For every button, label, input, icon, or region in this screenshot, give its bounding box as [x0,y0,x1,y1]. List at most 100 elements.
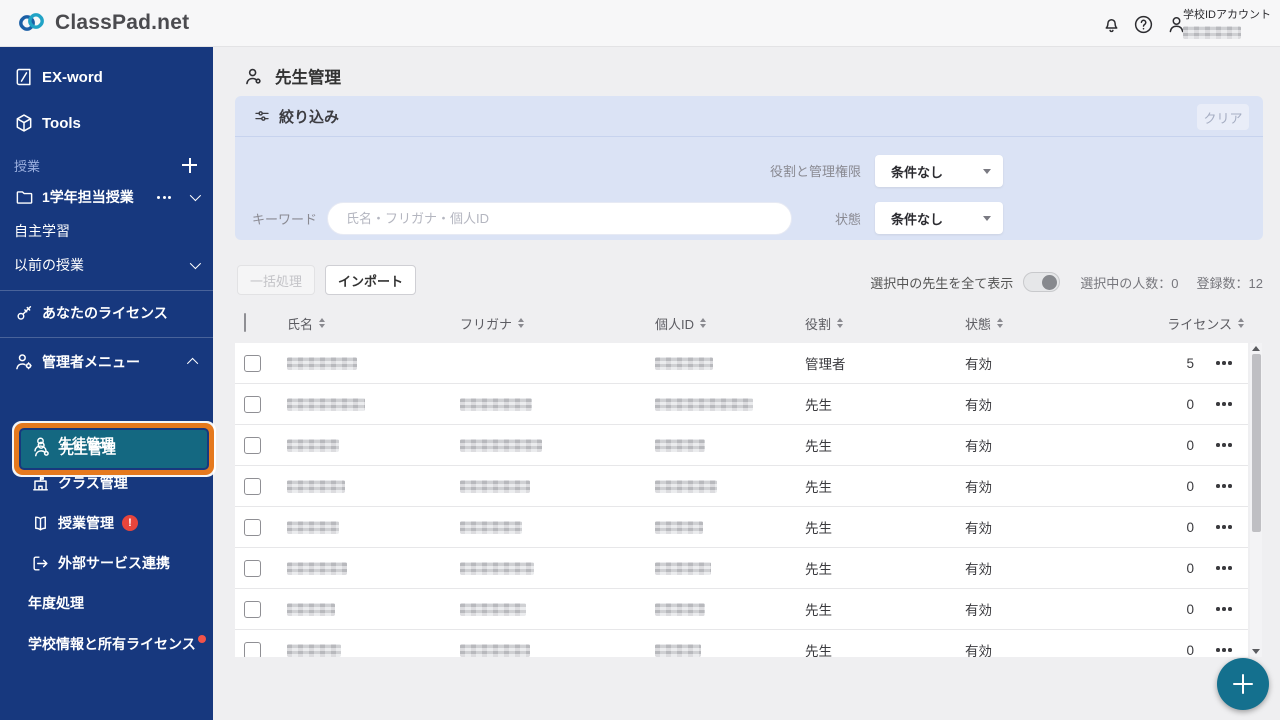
column-header-status[interactable]: 状態 [965,314,1125,333]
role-filter-label: 役割と管理権限 [770,161,861,180]
column-header-id[interactable]: 個人ID [655,314,805,333]
row-menu-button[interactable] [1200,519,1248,535]
sidebar-item-label: EX-word [42,69,103,86]
scroll-up-arrow-icon[interactable] [1252,346,1260,351]
keyword-filter-label: キーワード [252,209,317,228]
sidebar-item-lesson-folder[interactable]: 1学年担当授業 [0,182,213,212]
selected-count: 選択中の人数：0 [1080,273,1178,292]
row-checkbox[interactable] [244,642,261,658]
row-menu-button[interactable] [1200,437,1248,453]
row-menu-button[interactable] [1200,560,1248,576]
open-book-icon [30,513,50,533]
bulk-action-button[interactable]: 一括処理 [237,265,315,295]
scrollbar-thumb[interactable] [1252,354,1261,532]
role-filter-dropdown[interactable]: 条件なし [875,155,1003,187]
chevron-up-icon[interactable] [187,358,198,369]
status-cell: 有効 [965,517,1125,537]
redacted-name-cell [287,439,460,452]
row-checkbox[interactable] [244,355,261,372]
column-header-license[interactable]: ライセンス [1125,314,1248,333]
table-row: 先生有効0 [235,466,1248,507]
redacted-kana [460,521,522,534]
row-checkbox[interactable] [244,437,261,454]
checkbox-cell [235,478,287,495]
redacted-name [287,562,347,575]
help-icon[interactable] [1131,12,1155,36]
menu-cell [1200,396,1248,412]
row-menu-button[interactable] [1200,355,1248,371]
sidebar-item-label: 外部サービス連携 [58,553,170,573]
column-header-kana[interactable]: フリガナ [460,314,655,333]
sidebar-item-label: 管理者メニュー [42,352,140,372]
folder-options-icon[interactable] [157,196,171,199]
sidebar-item-school-info[interactable]: 学校情報と所有ライセンス [0,629,213,659]
sidebar-item-previous-lessons[interactable]: 以前の授業 [0,250,213,280]
redacted-account-name [1183,26,1241,39]
sidebar-item-class-mgmt[interactable]: クラス管理 [0,468,213,498]
app-logo-text: ClassPad.net [55,11,189,35]
sidebar-item-label: あなたのライセンス [42,303,168,323]
row-checkbox[interactable] [244,560,261,577]
chevron-down-icon[interactable] [190,190,201,201]
row-checkbox[interactable] [244,478,261,495]
status-cell: 有効 [965,640,1125,657]
redacted-kana-cell [460,521,655,534]
table-scrollbar[interactable] [1250,343,1262,657]
sidebar-item-admin-menu[interactable]: 管理者メニュー [0,347,213,377]
redacted-id [655,644,701,657]
sidebar-item-ex-word[interactable]: EX-word [0,62,213,92]
role-cell: 先生 [805,394,965,414]
add-lesson-button[interactable] [182,158,197,173]
sidebar-item-label: 以前の授業 [14,255,84,275]
row-menu-button[interactable] [1200,396,1248,412]
sidebar-item-self-study[interactable]: 自主学習 [0,216,213,246]
account-info[interactable]: 学校IDアカウント [1183,6,1263,39]
sidebar-item-label: 生徒管理 [58,434,114,454]
redacted-kana-cell [460,644,655,657]
license-cell: 0 [1125,520,1200,535]
row-checkbox[interactable] [244,519,261,536]
sidebar-item-student-mgmt[interactable]: 生徒管理 [0,429,213,459]
redacted-kana [460,480,530,493]
status-filter-dropdown[interactable]: 条件なし [875,202,1003,234]
row-menu-button[interactable] [1200,478,1248,494]
sidebar-item-year-processing[interactable]: 年度処理 [0,588,213,618]
sort-icon [700,318,706,329]
table-row: 先生有効0 [235,548,1248,589]
sidebar-item-your-license[interactable]: あなたのライセンス [0,298,213,328]
app-logo[interactable]: ClassPad.net [18,9,189,36]
redacted-name-cell [287,521,460,534]
keyword-search-input[interactable] [327,202,792,235]
chevron-down-icon[interactable] [190,258,201,269]
redacted-name-cell [287,562,460,575]
license-cell: 0 [1125,397,1200,412]
show-selected-toggle[interactable] [1023,272,1060,292]
sidebar-item-lesson-mgmt[interactable]: 授業管理 ! [0,508,213,538]
redacted-id-cell [655,357,805,370]
table-row: 先生有効0 [235,507,1248,548]
menu-cell [1200,355,1248,371]
notifications-bell-icon[interactable] [1099,12,1123,36]
column-header-name[interactable]: 氏名 [287,314,460,333]
row-menu-button[interactable] [1200,601,1248,617]
alert-badge-icon: ! [122,515,138,531]
add-teacher-fab[interactable] [1217,658,1269,710]
redacted-name [287,603,335,616]
registered-count: 登録数：12 [1197,273,1263,292]
license-cell: 0 [1125,643,1200,658]
sidebar-item-external-services[interactable]: 外部サービス連携 [0,548,213,578]
redacted-name [287,521,339,534]
select-all-checkbox[interactable] [244,313,246,332]
row-menu-button[interactable] [1200,642,1248,657]
clear-filter-button[interactable]: クリア [1197,104,1249,130]
redacted-kana [460,562,534,575]
column-header-role[interactable]: 役割 [805,314,965,333]
scroll-down-arrow-icon[interactable] [1252,649,1260,654]
row-checkbox[interactable] [244,396,261,413]
sidebar-item-tools[interactable]: Tools [0,108,213,138]
sidebar-item-label: 1学年担当授業 [42,187,134,207]
row-checkbox[interactable] [244,601,261,618]
filter-header[interactable]: 絞り込み クリア [235,96,1263,137]
redacted-kana [460,603,526,616]
import-button[interactable]: インポート [325,265,416,295]
